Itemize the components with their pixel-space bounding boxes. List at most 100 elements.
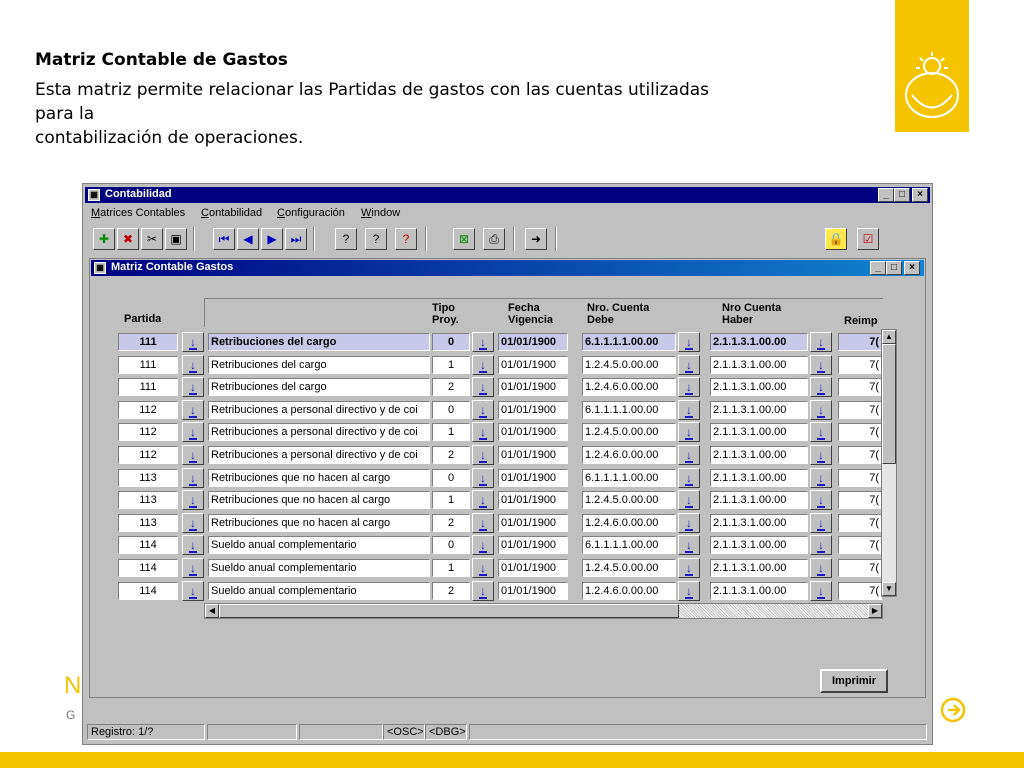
scroll-left-icon[interactable]: ◀ (205, 604, 219, 618)
lock-icon[interactable]: 🔒 (825, 228, 847, 250)
cuenta-debe-field[interactable]: 1.2.4.6.0.00.00 (582, 582, 676, 600)
tipo-lov-button[interactable]: ↓ (472, 400, 494, 420)
tipo-proy-field[interactable]: 2 (432, 582, 470, 600)
form-maximize-button[interactable]: □ (886, 261, 902, 275)
app-titlebar[interactable]: ▦ Contabilidad _ □ × (85, 187, 930, 203)
close-button[interactable]: × (912, 188, 928, 202)
descripcion-field[interactable]: Retribuciones del cargo (208, 333, 430, 351)
descripcion-field[interactable]: Retribuciones que no hacen al cargo (208, 491, 430, 509)
tipo-lov-button[interactable]: ↓ (472, 355, 494, 375)
delete-record-icon[interactable]: ✖ (117, 228, 139, 250)
tipo-lov-button[interactable]: ↓ (472, 558, 494, 578)
tipo-proy-field[interactable]: 2 (432, 378, 470, 396)
tipo-lov-button[interactable]: ↓ (472, 535, 494, 555)
tipo-lov-button[interactable]: ↓ (472, 468, 494, 488)
descripcion-field[interactable]: Retribuciones del cargo (208, 378, 430, 396)
reimp-field[interactable]: 7( (838, 491, 882, 509)
cuenta-haber-field[interactable]: 2.1.1.3.1.00.00 (710, 559, 808, 577)
cuenta-debe-field[interactable]: 6.1.1.1.1.00.00 (582, 333, 676, 351)
tipo-proy-field[interactable]: 1 (432, 423, 470, 441)
tipo-proy-field[interactable]: 0 (432, 469, 470, 487)
reimp-field[interactable]: 7( (838, 333, 882, 351)
scroll-right-icon[interactable]: ▶ (868, 604, 882, 618)
next-record-icon[interactable]: ▶ (261, 228, 283, 250)
partida-lov-button[interactable]: ↓ (182, 535, 204, 555)
partida-field[interactable]: 114 (118, 559, 178, 577)
debe-lov-button[interactable]: ↓ (678, 445, 700, 465)
debe-lov-button[interactable]: ↓ (678, 558, 700, 578)
fecha-vigencia-field[interactable]: 01/01/1900 (498, 469, 568, 487)
cuenta-haber-field[interactable]: 2.1.1.3.1.00.00 (710, 423, 808, 441)
fecha-vigencia-field[interactable]: 01/01/1900 (498, 356, 568, 374)
partida-field[interactable]: 111 (118, 378, 178, 396)
descripcion-field[interactable]: Retribuciones a personal directivo y de … (208, 446, 430, 464)
haber-lov-button[interactable]: ↓ (810, 377, 832, 397)
reimp-field[interactable]: 7( (838, 559, 882, 577)
cuenta-debe-field[interactable]: 1.2.4.6.0.00.00 (582, 378, 676, 396)
debe-lov-button[interactable]: ↓ (678, 377, 700, 397)
form-minimize-button[interactable]: _ (870, 261, 886, 275)
scroll-up-icon[interactable]: ▲ (882, 330, 896, 344)
partida-lov-button[interactable]: ↓ (182, 445, 204, 465)
tipo-proy-field[interactable]: 1 (432, 491, 470, 509)
descripcion-field[interactable]: Sueldo anual complementario (208, 536, 430, 554)
partida-lov-button[interactable]: ↓ (182, 332, 204, 352)
menu-matrices-contables[interactable]: Matrices Contables (91, 207, 185, 219)
cuenta-debe-field[interactable]: 1.2.4.6.0.00.00 (582, 446, 676, 464)
debe-lov-button[interactable]: ↓ (678, 490, 700, 510)
last-record-icon[interactable]: ⏭ (285, 228, 307, 250)
fecha-vigencia-field[interactable]: 01/01/1900 (498, 582, 568, 600)
minimize-button[interactable]: _ (878, 188, 894, 202)
partida-lov-button[interactable]: ↓ (182, 513, 204, 533)
maximize-button[interactable]: □ (894, 188, 910, 202)
haber-lov-button[interactable]: ↓ (810, 355, 832, 375)
haber-lov-button[interactable]: ↓ (810, 332, 832, 352)
tipo-lov-button[interactable]: ↓ (472, 490, 494, 510)
query-execute-icon[interactable]: ? (365, 228, 387, 250)
scroll-thumb[interactable] (882, 344, 896, 464)
cuenta-haber-field[interactable]: 2.1.1.3.1.00.00 (710, 378, 808, 396)
debe-lov-button[interactable]: ↓ (678, 581, 700, 601)
tipo-proy-field[interactable]: 2 (432, 446, 470, 464)
tipo-lov-button[interactable]: ↓ (472, 332, 494, 352)
reimp-field[interactable]: 7( (838, 423, 882, 441)
cuenta-debe-field[interactable]: 1.2.4.5.0.00.00 (582, 356, 676, 374)
tipo-lov-button[interactable]: ↓ (472, 513, 494, 533)
haber-lov-button[interactable]: ↓ (810, 400, 832, 420)
descripcion-field[interactable]: Sueldo anual complementario (208, 582, 430, 600)
partida-field[interactable]: 114 (118, 582, 178, 600)
descripcion-field[interactable]: Retribuciones del cargo (208, 356, 430, 374)
debe-lov-button[interactable]: ↓ (678, 422, 700, 442)
fecha-vigencia-field[interactable]: 01/01/1900 (498, 491, 568, 509)
reimp-field[interactable]: 7( (838, 356, 882, 374)
tipo-proy-field[interactable]: 0 (432, 401, 470, 419)
cuenta-debe-field[interactable]: 1.2.4.5.0.00.00 (582, 423, 676, 441)
first-record-icon[interactable]: ⏮ (213, 228, 235, 250)
excel-export-icon[interactable]: ⊠ (453, 228, 475, 250)
form-close-button[interactable]: × (904, 261, 920, 275)
partida-lov-button[interactable]: ↓ (182, 581, 204, 601)
partida-lov-button[interactable]: ↓ (182, 377, 204, 397)
descripcion-field[interactable]: Retribuciones a personal directivo y de … (208, 423, 430, 441)
haber-lov-button[interactable]: ↓ (810, 513, 832, 533)
fecha-vigencia-field[interactable]: 01/01/1900 (498, 536, 568, 554)
haber-lov-button[interactable]: ↓ (810, 445, 832, 465)
debe-lov-button[interactable]: ↓ (678, 535, 700, 555)
haber-lov-button[interactable]: ↓ (810, 490, 832, 510)
descripcion-field[interactable]: Sueldo anual complementario (208, 559, 430, 577)
cuenta-debe-field[interactable]: 6.1.1.1.1.00.00 (582, 401, 676, 419)
tipo-proy-field[interactable]: 1 (432, 356, 470, 374)
tipo-proy-field[interactable]: 1 (432, 559, 470, 577)
cuenta-debe-field[interactable]: 6.1.1.1.1.00.00 (582, 469, 676, 487)
partida-field[interactable]: 112 (118, 423, 178, 441)
partida-field[interactable]: 112 (118, 446, 178, 464)
vertical-scrollbar[interactable]: ▲ ▼ (881, 329, 897, 597)
tipo-lov-button[interactable]: ↓ (472, 422, 494, 442)
partida-field[interactable]: 111 (118, 333, 178, 351)
reimp-field[interactable]: 7( (838, 446, 882, 464)
previous-record-icon[interactable]: ◀ (237, 228, 259, 250)
partida-field[interactable]: 111 (118, 356, 178, 374)
fecha-vigencia-field[interactable]: 01/01/1900 (498, 401, 568, 419)
next-slide-icon[interactable] (940, 697, 966, 723)
menu-configuracion[interactable]: Configuración (277, 207, 345, 219)
